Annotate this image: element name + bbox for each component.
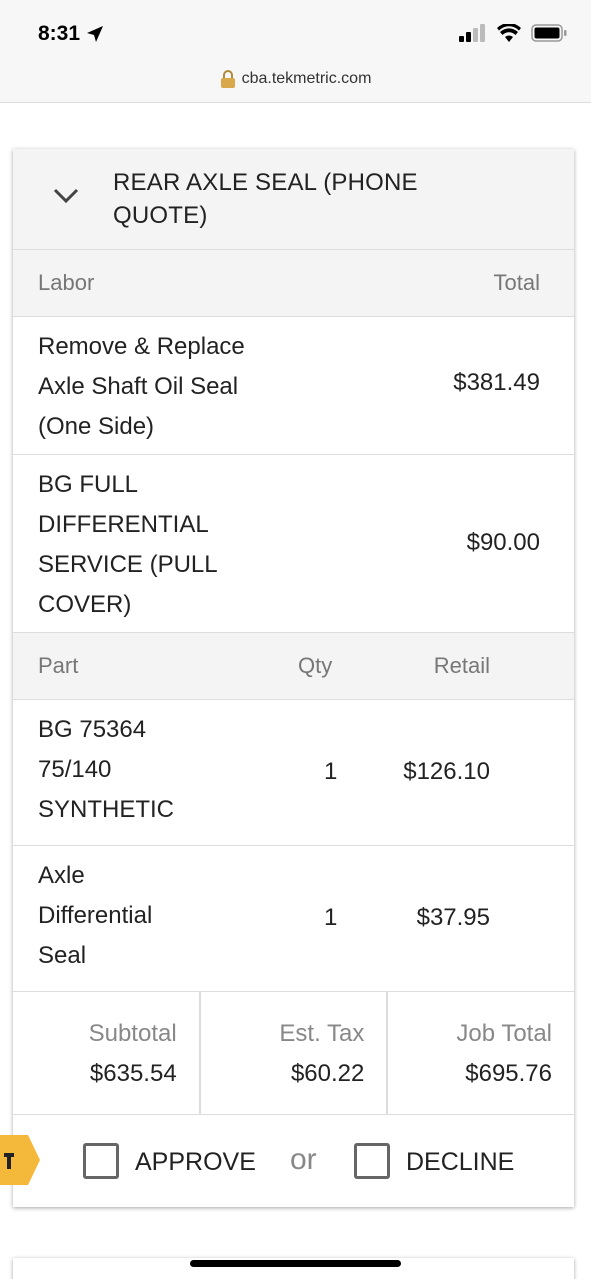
part-row: BG 75364 75/140 SYNTHETIC 1 $126.10 bbox=[13, 700, 574, 846]
chevron-down-icon[interactable] bbox=[53, 187, 79, 205]
part-description: BG 75364 75/140 SYNTHETIC bbox=[38, 716, 175, 823]
total-column-header: Total bbox=[493, 270, 540, 295]
labor-total: $90.00 bbox=[466, 529, 540, 556]
job-total-cell: Job Total $695.76 bbox=[388, 992, 574, 1114]
pointer-tag-icon[interactable] bbox=[0, 1135, 40, 1185]
clock-time: 8:31 bbox=[38, 22, 81, 45]
lock-icon bbox=[220, 70, 235, 88]
qty-column-header: Qty bbox=[298, 653, 333, 678]
labor-description: Remove & Replace Axle Shaft Oil Seal (On… bbox=[38, 333, 245, 440]
approve-checkbox[interactable] bbox=[83, 1143, 119, 1179]
tax-value: $60.22 bbox=[290, 1060, 365, 1087]
location-arrow-icon bbox=[87, 26, 104, 42]
part-qty: 1 bbox=[324, 904, 338, 931]
job-title: REAR AXLE SEAL (PHONE QUOTE) bbox=[113, 169, 418, 229]
job-card: REAR AXLE SEAL (PHONE QUOTE) Labor Total… bbox=[13, 149, 574, 1207]
job-total-value: $695.76 bbox=[465, 1060, 553, 1087]
home-indicator[interactable] bbox=[190, 1260, 401, 1267]
part-column-header: Part bbox=[38, 653, 79, 678]
battery-icon bbox=[531, 24, 567, 42]
subtotal-cell: Subtotal $635.54 bbox=[13, 992, 201, 1114]
tax-label: Est. Tax bbox=[279, 1020, 365, 1047]
part-retail: $126.10 bbox=[403, 758, 490, 785]
address-bar[interactable]: cba.tekmetric.com bbox=[0, 70, 591, 103]
labor-table-header: Labor Total bbox=[13, 250, 574, 317]
labor-row: BG FULL DIFFERENTIAL SERVICE (PULL COVER… bbox=[13, 455, 574, 633]
retail-column-header: Retail bbox=[433, 653, 490, 678]
url-text: cba.tekmetric.com bbox=[241, 70, 372, 87]
clock: 8:31 bbox=[38, 22, 104, 46]
labor-description: BG FULL DIFFERENTIAL SERVICE (PULL COVER… bbox=[38, 471, 217, 618]
labor-total: $381.49 bbox=[453, 369, 540, 396]
decline-label[interactable]: DECLINE bbox=[406, 1148, 514, 1177]
or-label: or bbox=[290, 1143, 317, 1176]
tax-cell: Est. Tax $60.22 bbox=[201, 992, 389, 1114]
status-icons bbox=[459, 24, 567, 42]
cellular-signal-icon bbox=[459, 24, 485, 42]
labor-row: Remove & Replace Axle Shaft Oil Seal (On… bbox=[13, 317, 574, 455]
subtotal-value: $635.54 bbox=[89, 1060, 177, 1087]
parts-table-header: Part Qty Retail bbox=[13, 633, 574, 700]
job-header[interactable]: REAR AXLE SEAL (PHONE QUOTE) bbox=[13, 149, 574, 250]
approve-label[interactable]: APPROVE bbox=[135, 1148, 256, 1177]
totals-row: Subtotal $635.54 Est. Tax $60.22 Job Tot… bbox=[13, 992, 574, 1115]
part-qty: 1 bbox=[324, 758, 338, 785]
wifi-icon bbox=[497, 24, 521, 42]
approval-actions: APPROVE or DECLINE bbox=[13, 1115, 574, 1208]
subtotal-label: Subtotal bbox=[88, 1020, 177, 1047]
status-bar: 8:31 bbox=[0, 0, 591, 70]
job-total-label: Job Total bbox=[456, 1020, 553, 1047]
part-retail: $37.95 bbox=[416, 904, 490, 931]
decline-checkbox[interactable] bbox=[354, 1143, 390, 1179]
part-description: Axle Differential Seal bbox=[38, 862, 153, 969]
labor-column-header: Labor bbox=[38, 270, 95, 295]
part-row: Axle Differential Seal 1 $37.95 bbox=[13, 846, 574, 992]
